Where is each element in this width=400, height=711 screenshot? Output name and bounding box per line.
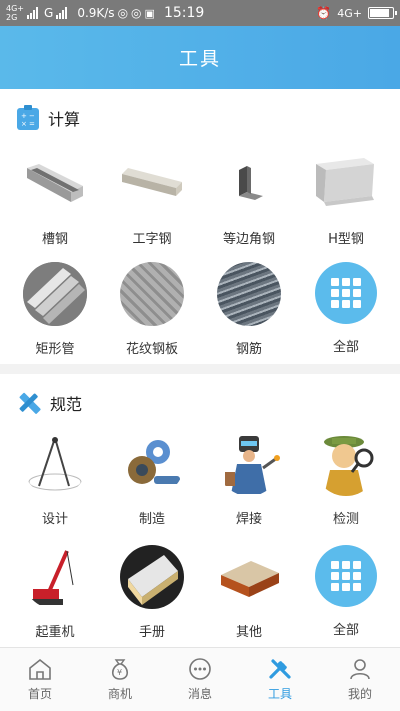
- spec-crane[interactable]: 起重机: [5, 545, 105, 640]
- item-label: H型钢: [328, 232, 364, 247]
- board-icon: [217, 545, 281, 609]
- compass-icon: [23, 432, 87, 496]
- rect-tube-icon: [23, 262, 87, 326]
- crane-icon: [23, 545, 87, 609]
- tool-rebar[interactable]: 钢筋: [199, 262, 299, 357]
- item-label: 钢筋: [235, 342, 262, 357]
- svg-text:+: +: [21, 112, 27, 120]
- item-label: 全部: [332, 623, 359, 638]
- calculator-icon: + − × =: [17, 105, 39, 130]
- spec-manual[interactable]: 手册: [102, 545, 202, 640]
- money-bag-icon: ¥: [111, 659, 129, 680]
- item-label: 焊接: [235, 512, 262, 527]
- calc-section-title: 计算: [48, 110, 81, 129]
- h-beam-icon: [314, 152, 378, 216]
- item-label: 检测: [332, 512, 359, 527]
- i-beam-icon: [120, 152, 184, 216]
- ruler-pencil-icon: [19, 392, 41, 414]
- gears-icon: [120, 432, 184, 496]
- network-type-right: 4G+: [337, 6, 362, 20]
- item-label: 制造: [138, 512, 165, 527]
- signal-icon: [27, 7, 38, 19]
- channel-steel-icon: [23, 152, 87, 216]
- welder-icon: [217, 432, 281, 496]
- tab-profile[interactable]: 我的: [320, 648, 400, 711]
- spec-welding[interactable]: 焊接: [199, 432, 299, 527]
- app-header: 工具: [0, 26, 400, 89]
- tool-rect-tube[interactable]: 矩形管: [5, 262, 105, 357]
- item-label: 等边角钢: [222, 232, 275, 247]
- chat-icon: [189, 658, 211, 680]
- svg-text:×: ×: [21, 120, 27, 128]
- calc-section-header: + − × = 计算: [16, 105, 80, 131]
- tab-label: 首页: [27, 687, 52, 701]
- notification-icon-2: ◎: [131, 6, 142, 20]
- item-label: 全部: [332, 340, 359, 355]
- tool-checker-plate[interactable]: 花纹钢板: [102, 262, 202, 357]
- spec-section-header: 规范: [16, 390, 82, 416]
- tool-angle-steel[interactable]: 等边角钢: [199, 152, 299, 247]
- item-label: 设计: [41, 512, 68, 527]
- notification-icon-3: ▣: [144, 6, 155, 20]
- inspector-icon: [314, 432, 378, 496]
- svg-text:−: −: [29, 112, 35, 120]
- network-type-bottom: 2G: [6, 13, 18, 22]
- tab-label: 消息: [187, 687, 212, 701]
- battery-icon: [368, 7, 397, 19]
- grid-all-icon: [315, 262, 377, 324]
- item-label: 起重机: [35, 625, 75, 640]
- tab-messages[interactable]: 消息: [160, 648, 240, 711]
- angle-steel-icon: [217, 152, 281, 216]
- tab-tools[interactable]: 工具: [240, 648, 320, 711]
- alarm-icon: ⏰: [316, 6, 332, 20]
- svg-text:=: =: [29, 120, 35, 128]
- notification-icon-1: ◎: [117, 6, 129, 20]
- network-speed: 0.9K/s: [77, 6, 115, 20]
- grid-all-icon: [315, 545, 377, 607]
- item-label: 手册: [138, 625, 165, 640]
- tool-all-calc[interactable]: 全部: [296, 262, 396, 355]
- spec-section-title: 规范: [50, 395, 83, 414]
- checker-plate-icon: [120, 262, 184, 326]
- home-icon: [29, 658, 51, 680]
- tool-i-beam[interactable]: 工字钢: [102, 152, 202, 247]
- network-type-top: 4G+: [6, 4, 24, 13]
- carrier2-label: G: [44, 6, 54, 20]
- tool-h-beam[interactable]: H型钢: [296, 152, 396, 247]
- spec-other[interactable]: 其他: [199, 545, 299, 640]
- spec-all[interactable]: 全部: [296, 545, 396, 638]
- status-bar: 4G+ 2G G 0.9K/s ◎ ◎ ▣ 15:19 ⏰ 4G+: [0, 0, 400, 26]
- user-icon: [350, 659, 370, 680]
- item-label: 工字钢: [132, 232, 172, 247]
- tool-channel-steel[interactable]: 槽钢: [5, 152, 105, 247]
- tab-label: 工具: [267, 687, 292, 701]
- item-label: 槽钢: [41, 232, 68, 247]
- svg-text:¥: ¥: [117, 668, 122, 677]
- book-icon: [120, 545, 184, 609]
- page-title: 工具: [178, 48, 221, 70]
- tab-home[interactable]: 首页: [0, 648, 80, 711]
- signal-icon-2: [56, 7, 68, 19]
- spec-design[interactable]: 设计: [5, 432, 105, 527]
- tools-icon: [269, 659, 291, 679]
- section-divider: [0, 364, 400, 374]
- item-label: 矩形管: [35, 342, 75, 357]
- spec-inspection[interactable]: 检测: [296, 432, 396, 527]
- clock: 15:19: [163, 5, 205, 21]
- bottom-tab-bar: 首页 ¥ 商机 消息 工具 我的: [0, 647, 400, 711]
- rebar-icon: [217, 262, 281, 326]
- tab-label: 我的: [347, 687, 372, 701]
- item-label: 花纹钢板: [125, 342, 178, 357]
- spec-manufacture[interactable]: 制造: [102, 432, 202, 527]
- tab-label: 商机: [107, 687, 132, 701]
- tab-business[interactable]: ¥ 商机: [80, 648, 160, 711]
- item-label: 其他: [235, 625, 262, 640]
